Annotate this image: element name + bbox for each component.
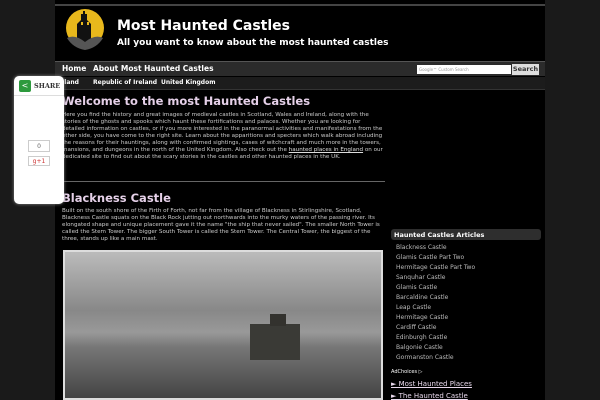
castle-tower (270, 314, 286, 326)
nav-united-kingdom[interactable]: United Kingdom (161, 79, 215, 86)
ad-link[interactable]: ► The Haunted Castle (391, 392, 468, 400)
share-count: 0 (28, 140, 50, 152)
castle-silhouette (250, 324, 300, 360)
ad-link[interactable]: ► Most Haunted Places (391, 380, 472, 388)
nav-republic-of-ireland[interactable]: Republic of Ireland (93, 79, 157, 86)
share-icon: < (19, 80, 31, 92)
haunted-castle-logo[interactable] (61, 8, 109, 54)
sidebar-article-link[interactable]: Glamis Castle Part Two (396, 253, 541, 263)
site-tagline: All you want to know about the most haun… (117, 38, 389, 48)
sidebar-article-link[interactable]: Hermitage Castle (396, 313, 541, 323)
google-plus-button[interactable]: g+1 (28, 156, 50, 166)
search-button[interactable]: Search (512, 64, 539, 75)
page-container: Most Haunted Castles All you want to kno… (55, 0, 545, 400)
nav-about[interactable]: About Most Haunted Castles (93, 64, 214, 73)
blackness-castle-photo[interactable] (63, 250, 383, 400)
sidebar-article-link[interactable]: Cardiff Castle (396, 323, 541, 333)
haunted-places-england-link[interactable]: haunted places in England (289, 147, 363, 153)
sub-nav: Ireland Republic of Ireland United Kingd… (55, 77, 545, 90)
sidebar-article-link[interactable]: Balgonie Castle (396, 343, 541, 353)
sidebar-article-link[interactable]: Barcaldine Castle (396, 293, 541, 303)
sidebar-article-link[interactable]: Hermitage Castle Part Two (396, 263, 541, 273)
sidebar-articles: Haunted Castles Articles Blackness Castl… (391, 229, 541, 363)
share-widget: < SHARE 0 g+1 (14, 76, 64, 204)
article-text: Built on the south shore of the Firth of… (62, 208, 380, 242)
welcome-heading: Welcome to the most Haunted Castles (62, 94, 311, 108)
divider (62, 181, 385, 182)
share-label: SHARE (34, 82, 61, 90)
water (65, 347, 381, 398)
site-title[interactable]: Most Haunted Castles (117, 18, 290, 34)
sidebar-article-link[interactable]: Gormanston Castle (396, 353, 541, 363)
share-button[interactable]: < SHARE (14, 76, 64, 96)
sidebar-article-link[interactable]: Sanquhar Castle (396, 273, 541, 283)
sidebar-article-link[interactable]: Glamis Castle (396, 283, 541, 293)
adchoices-label[interactable]: AdChoices ▷ (391, 369, 422, 375)
search-input[interactable]: Google™ Custom Search (417, 65, 511, 74)
sidebar-heading: Haunted Castles Articles (391, 229, 541, 240)
nav-home[interactable]: Home (62, 64, 86, 73)
welcome-text: Here you find the history and great imag… (62, 112, 384, 161)
sidebar-article-link[interactable]: Blackness Castle (396, 243, 541, 253)
main-nav: Home About Most Haunted Castles Google™ … (55, 61, 545, 76)
article-heading[interactable]: Blackness Castle (62, 191, 171, 205)
top-divider (55, 4, 545, 6)
sidebar-article-link[interactable]: Leap Castle (396, 303, 541, 313)
sidebar-article-link[interactable]: Edinburgh Castle (396, 333, 541, 343)
